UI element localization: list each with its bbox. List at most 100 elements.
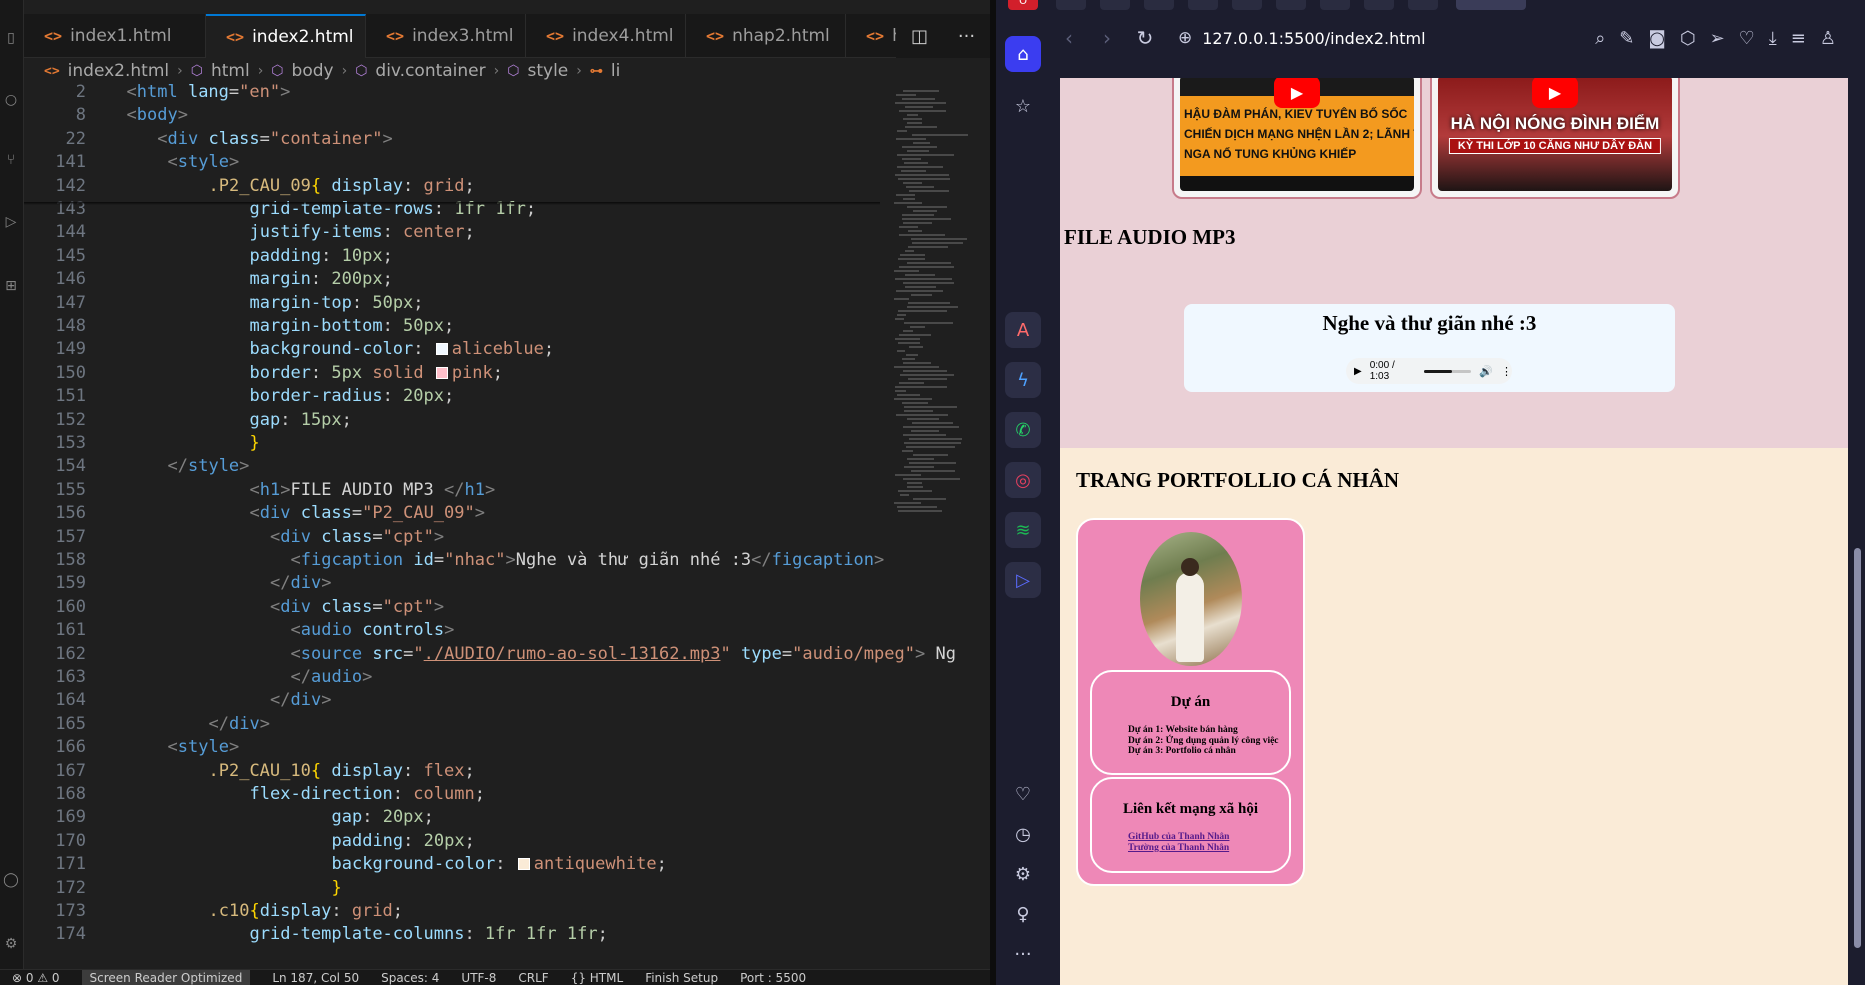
audio-player[interactable]: ▶ 0:00 / 1:03 🔊 ⋮ (1346, 358, 1512, 384)
code-line[interactable]: 147 margin-top: 50px; (24, 291, 880, 315)
browser-tab[interactable] (1276, 0, 1306, 10)
problems-status[interactable]: ⊗ 0 ⚠ 0 (12, 970, 60, 985)
code-line[interactable]: 174 grid-template-columns: 1fr 1fr 1fr; (24, 922, 880, 946)
account-icon[interactable]: ◯ (3, 872, 19, 888)
explorer-icon[interactable]: ▯ (3, 30, 19, 46)
video-frame[interactable]: ▶ HẬU ĐÀM PHÁN, KIEV TUYÊN BỐ SỐC CHIẾN … (1180, 78, 1414, 191)
settings-gear-icon[interactable]: ⚙ (3, 936, 19, 952)
code-line[interactable]: 163 </audio> (24, 665, 880, 689)
code-line[interactable]: 22 <div class="container"> (24, 127, 880, 151)
code-line[interactable]: 144 justify-items: center; (24, 220, 880, 244)
browser-tab[interactable] (1232, 0, 1262, 10)
code-line[interactable]: 164 </div> (24, 688, 880, 712)
code-line[interactable]: 157 <div class="cpt"> (24, 525, 880, 549)
youtube-embed-1[interactable]: ▶ HẬU ĐÀM PHÁN, KIEV TUYÊN BỐ SỐC CHIẾN … (1172, 78, 1422, 199)
tab-index1[interactable]: <> index1.html (24, 14, 206, 58)
encoding-status[interactable]: UTF-8 (461, 970, 496, 985)
screen-reader-status[interactable]: Screen Reader Optimized (81, 970, 251, 985)
code-line[interactable]: 168 flex-direction: column; (24, 782, 880, 806)
minimap[interactable] (890, 84, 972, 969)
language-mode[interactable]: {} HTML (571, 970, 623, 985)
code-line[interactable]: 170 padding: 20px; (24, 829, 880, 853)
adblock-icon[interactable]: ⬡ (1680, 28, 1696, 49)
school-link[interactable]: Trường của Thanh Nhân (1128, 843, 1289, 854)
code-line[interactable]: 172} (24, 876, 880, 900)
code-line[interactable]: 173 .c10{display: grid; (24, 899, 880, 923)
code-line[interactable]: 162 <source src="./AUDIO/rumo-ao-sol-1316… (24, 642, 956, 666)
code-line[interactable]: 153} (24, 431, 880, 455)
cursor-position[interactable]: Ln 187, Col 50 (272, 970, 359, 985)
browser-tab[interactable] (1320, 0, 1350, 10)
play-icon[interactable]: ▶ (1354, 366, 1362, 377)
split-editor-icon[interactable]: ◫ (911, 26, 928, 47)
editor-scrollbar[interactable] (976, 84, 990, 969)
easy-setup-icon[interactable]: ≡ (1791, 28, 1806, 49)
pinboard-icon[interactable]: ☆ (1005, 88, 1041, 124)
back-icon[interactable]: ‹ (1050, 26, 1088, 50)
tab-index2[interactable]: <>index2.html✕ (206, 14, 366, 58)
finish-setup-status[interactable]: Finish Setup (645, 970, 718, 985)
instagram-icon[interactable]: ◎ (1005, 462, 1041, 498)
browser-tab[interactable] (1056, 0, 1086, 10)
heart-icon[interactable]: ♡ (1012, 784, 1034, 806)
heart-icon[interactable]: ♡ (1739, 28, 1755, 49)
tab-index3[interactable]: <> index3.html (366, 14, 526, 58)
download-icon[interactable]: ⤓ (1769, 28, 1777, 49)
more-options-icon[interactable]: ⋮ (1501, 365, 1512, 378)
code-line[interactable]: 165 </div> (24, 712, 880, 736)
code-line[interactable]: 151 border-radius: 20px; (24, 384, 880, 408)
browser-tab[interactable] (1188, 0, 1218, 10)
breadcrumb-li[interactable]: li (611, 61, 620, 81)
code-line[interactable]: 166 <style> (24, 735, 880, 759)
indentation-status[interactable]: Spaces: 4 (381, 970, 439, 985)
messenger-icon[interactable]: ϟ (1005, 362, 1041, 398)
video-frame[interactable]: ▶ HÀ NỘI NÓNG ĐÌNH ĐIỂM KỲ THI LỚP 10 CĂ… (1438, 78, 1672, 191)
code-line[interactable]: 2 <html lang="en"> (24, 84, 880, 104)
live-server-port[interactable]: Port : 5500 (740, 970, 806, 985)
code-line[interactable]: 152 gap: 15px; (24, 408, 880, 432)
browser-tab[interactable] (1408, 0, 1438, 10)
more-actions-icon[interactable]: ··· (958, 26, 975, 47)
more-icon[interactable]: ··· (1012, 944, 1034, 966)
code-line[interactable]: 150 border: 5px solid pink; (24, 361, 880, 385)
code-line[interactable]: 159 </div> (24, 571, 880, 595)
code-line[interactable]: 156 <div class="P2_CAU_09"> (24, 501, 880, 525)
breadcrumb-html[interactable]: html (211, 61, 250, 81)
tab-nhap2[interactable]: <> nhap2.html (686, 14, 846, 58)
breadcrumb-style[interactable]: style (527, 61, 568, 81)
volume-icon[interactable]: 🔊 (1479, 365, 1493, 378)
forward-icon[interactable]: › (1088, 26, 1126, 50)
audio-progress[interactable] (1424, 369, 1472, 373)
page-scrollbar[interactable] (1850, 78, 1865, 985)
breadcrumb-container[interactable]: div.container (375, 61, 485, 81)
history-icon[interactable]: ◷ (1012, 824, 1034, 846)
breadcrumb-body[interactable]: body (292, 61, 334, 81)
code-line[interactable]: 167 .P2_CAU_10{ display: flex; (24, 759, 880, 783)
send-icon[interactable]: ➢ (1710, 28, 1725, 49)
spotify-icon[interactable]: ≋ (1005, 512, 1041, 548)
player-icon[interactable]: ▷ (1005, 562, 1041, 598)
reload-icon[interactable]: ↻ (1126, 26, 1164, 50)
code-line[interactable]: 8 <body> (24, 103, 880, 127)
code-line[interactable]: 142 .P2_CAU_09{ display: grid; (24, 174, 880, 198)
home-icon[interactable]: ⌂ (1005, 36, 1041, 72)
code-line[interactable]: 155 <h1>FILE AUDIO MP3 </h1> (24, 478, 880, 502)
address-bar[interactable]: ⊕ 127.0.0.1:5500/index2.html (1178, 21, 1468, 55)
opera-logo-icon[interactable]: O (1008, 0, 1038, 10)
profile-icon[interactable]: ♙ (1820, 28, 1836, 49)
active-browser-tab[interactable] (1456, 0, 1526, 10)
url-text[interactable]: 127.0.0.1:5500/index2.html (1202, 29, 1425, 48)
whatsapp-icon[interactable]: ✆ (1005, 412, 1041, 448)
code-line[interactable]: 146 margin: 200px; (24, 267, 880, 291)
browser-tab[interactable] (1100, 0, 1130, 10)
zoom-icon[interactable]: ⌕ (1595, 28, 1605, 49)
code-line[interactable]: 145 padding: 10px; (24, 244, 880, 268)
line-ending-status[interactable]: CRLF (518, 970, 548, 985)
edit-icon[interactable]: ✎ (1619, 28, 1634, 49)
extensions-icon[interactable]: ⊞ (3, 278, 19, 294)
code-line[interactable]: 141 <style> (24, 150, 880, 174)
code-line[interactable]: 158 <figcaption id="nhac">Nghe và thư giã… (24, 548, 884, 572)
youtube-play-icon[interactable]: ▶ (1532, 78, 1578, 108)
code-line[interactable]: 149 background-color: aliceblue; (24, 337, 880, 361)
code-line[interactable]: 148 margin-bottom: 50px; (24, 314, 880, 338)
